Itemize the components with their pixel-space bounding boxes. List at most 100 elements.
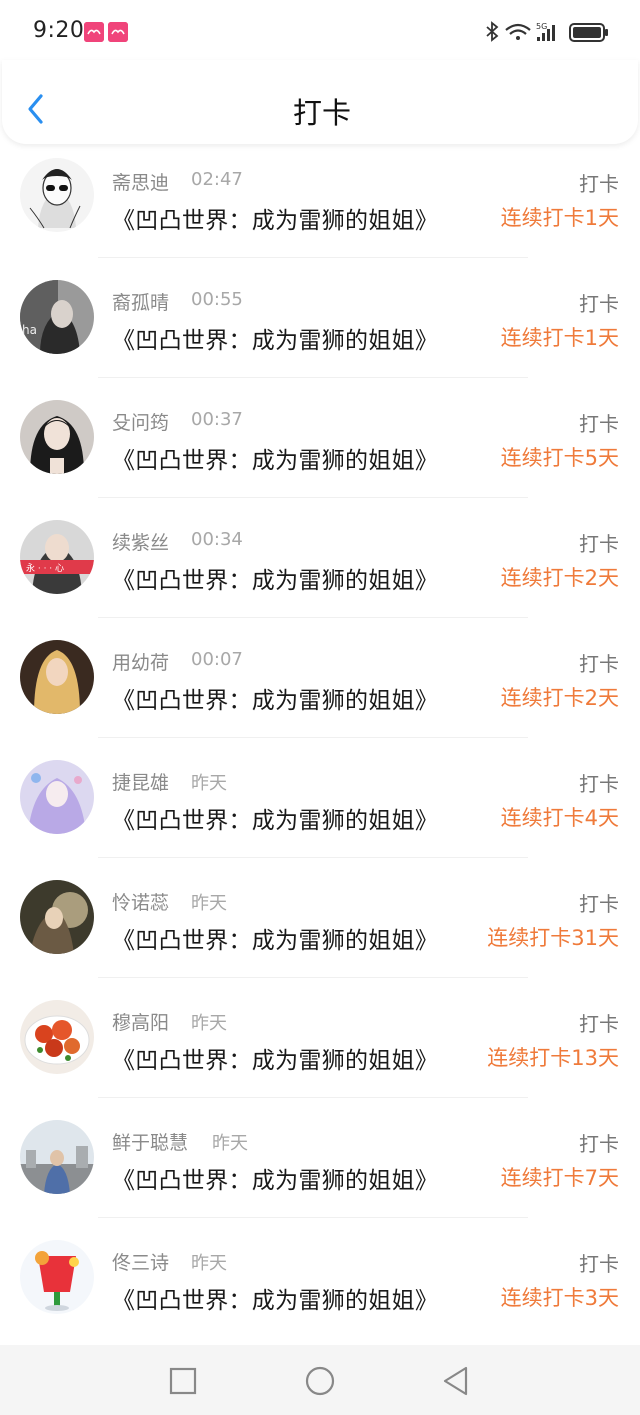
wifi-icon bbox=[505, 23, 531, 40]
avatar bbox=[20, 760, 94, 834]
svg-text:ha: ha bbox=[22, 323, 37, 337]
user-name: 鲜于聪慧 bbox=[112, 1132, 189, 1154]
streak-label: 连续打卡2天 bbox=[500, 566, 619, 590]
page-title: 打卡 bbox=[292, 96, 351, 130]
avatar bbox=[20, 1000, 94, 1074]
divider bbox=[98, 497, 528, 498]
checkin-action: 打卡 bbox=[579, 532, 619, 556]
checkin-action: 打卡 bbox=[579, 172, 619, 196]
checkin-action: 打卡 bbox=[579, 1252, 619, 1276]
book-title: 《凹凸世界：成为雷狮的姐姐》 bbox=[112, 808, 439, 834]
list-item[interactable]: 殳问筠 00:37 《凹凸世界：成为雷狮的姐姐》 打卡 连续打卡5天 bbox=[0, 380, 640, 500]
streak-label: 连续打卡3天 bbox=[500, 1286, 619, 1310]
streak-label: 连续打卡7天 bbox=[500, 1166, 619, 1190]
avatar bbox=[20, 158, 94, 232]
streak-label: 连续打卡1天 bbox=[500, 206, 619, 230]
streak-label: 连续打卡5天 bbox=[500, 446, 619, 470]
back-icon bbox=[443, 1366, 468, 1396]
streak-label: 连续打卡1天 bbox=[500, 326, 619, 350]
checkin-action: 打卡 bbox=[579, 292, 619, 316]
list-item[interactable]: 捷昆雄 昨天 《凹凸世界：成为雷狮的姐姐》 打卡 连续打卡4天 bbox=[0, 740, 640, 860]
user-name: 用幼荷 bbox=[112, 652, 170, 674]
user-name: 殳问筠 bbox=[112, 412, 170, 434]
book-title: 《凹凸世界：成为雷狮的姐姐》 bbox=[112, 208, 439, 234]
home-button[interactable] bbox=[304, 1365, 336, 1397]
avatar bbox=[20, 1240, 94, 1314]
divider bbox=[98, 737, 528, 738]
checkin-action: 打卡 bbox=[579, 652, 619, 676]
user-name: 穆高阳 bbox=[112, 1012, 170, 1034]
list-item[interactable]: 斋思迪 02:47 《凹凸世界：成为雷狮的姐姐》 打卡 连续打卡1天 bbox=[0, 140, 640, 260]
avatar bbox=[20, 880, 94, 954]
avatar bbox=[20, 640, 94, 714]
avatar: ha bbox=[20, 280, 94, 354]
checkin-time: 00:34 bbox=[191, 529, 243, 550]
svg-text:永 · · · 心: 永 · · · 心 bbox=[26, 562, 64, 574]
checkin-time: 昨天 bbox=[191, 1253, 227, 1274]
avatar: 永 · · · 心 bbox=[20, 520, 94, 594]
list-item[interactable]: 用幼荷 00:07 《凹凸世界：成为雷狮的姐姐》 打卡 连续打卡2天 bbox=[0, 620, 640, 740]
divider bbox=[98, 377, 528, 378]
book-title: 《凹凸世界：成为雷狮的姐姐》 bbox=[112, 448, 439, 474]
header: 打卡 bbox=[2, 60, 638, 144]
avatar bbox=[20, 400, 94, 474]
checkin-time: 00:37 bbox=[191, 409, 243, 430]
user-name: 裔孤晴 bbox=[112, 292, 170, 314]
checkin-time: 昨天 bbox=[212, 1133, 248, 1154]
book-title: 《凹凸世界：成为雷狮的姐姐》 bbox=[112, 1048, 439, 1074]
network-label: 5G bbox=[536, 22, 547, 31]
book-title: 《凹凸世界：成为雷狮的姐姐》 bbox=[112, 688, 439, 714]
book-title: 《凹凸世界：成为雷狮的姐姐》 bbox=[112, 928, 439, 954]
user-name: 捷昆雄 bbox=[112, 772, 170, 794]
user-name: 怜诺蕊 bbox=[112, 892, 170, 914]
checkin-time: 00:55 bbox=[191, 289, 243, 310]
status-time: 9:20 bbox=[33, 18, 85, 43]
home-icon bbox=[305, 1366, 335, 1396]
list-item[interactable]: 佟三诗 昨天 《凹凸世界：成为雷狮的姐姐》 打卡 连续打卡3天 bbox=[0, 1220, 640, 1340]
checkin-action: 打卡 bbox=[579, 892, 619, 916]
streak-label: 连续打卡31天 bbox=[487, 926, 619, 950]
checkin-time: 00:07 bbox=[191, 649, 243, 670]
divider bbox=[98, 1097, 528, 1098]
checkin-time: 昨天 bbox=[191, 773, 227, 794]
book-title: 《凹凸世界：成为雷狮的姐姐》 bbox=[112, 1288, 439, 1314]
checkin-time: 02:47 bbox=[191, 169, 243, 190]
checkin-action: 打卡 bbox=[579, 412, 619, 436]
checkin-list: 斋思迪 02:47 《凹凸世界：成为雷狮的姐姐》 打卡 连续打卡1天 ha 裔孤… bbox=[0, 140, 640, 1345]
streak-label: 连续打卡2天 bbox=[500, 686, 619, 710]
streak-label: 连续打卡4天 bbox=[500, 806, 619, 830]
checkin-action: 打卡 bbox=[579, 1132, 619, 1156]
divider bbox=[98, 617, 528, 618]
list-item[interactable]: 永 · · · 心 续紫丝 00:34 《凹凸世界：成为雷狮的姐姐》 打卡 连续… bbox=[0, 500, 640, 620]
system-back-button[interactable] bbox=[440, 1365, 472, 1397]
user-name: 续紫丝 bbox=[112, 532, 170, 554]
book-title: 《凹凸世界：成为雷狮的姐姐》 bbox=[112, 328, 439, 354]
list-item[interactable]: 怜诺蕊 昨天 《凹凸世界：成为雷狮的姐姐》 打卡 连续打卡31天 bbox=[0, 860, 640, 980]
divider bbox=[98, 977, 528, 978]
bluetooth-icon bbox=[486, 21, 499, 42]
divider bbox=[98, 857, 528, 858]
list-item[interactable]: 穆高阳 昨天 《凹凸世界：成为雷狮的姐姐》 打卡 连续打卡13天 bbox=[0, 980, 640, 1100]
book-title: 《凹凸世界：成为雷狮的姐姐》 bbox=[112, 1168, 439, 1194]
status-icons: 5G bbox=[484, 20, 610, 44]
status-bar: 9:20 5G bbox=[0, 0, 640, 64]
checkin-action: 打卡 bbox=[579, 772, 619, 796]
user-name: 斋思迪 bbox=[112, 172, 170, 194]
recent-apps-icon bbox=[169, 1367, 197, 1395]
checkin-time: 昨天 bbox=[191, 1013, 227, 1034]
book-title: 《凹凸世界：成为雷狮的姐姐》 bbox=[112, 568, 439, 594]
recent-apps-button[interactable] bbox=[167, 1365, 199, 1397]
divider bbox=[98, 257, 528, 258]
checkin-time: 昨天 bbox=[191, 893, 227, 914]
list-item[interactable]: 鲜于聪慧 昨天 《凹凸世界：成为雷狮的姐姐》 打卡 连续打卡7天 bbox=[0, 1100, 640, 1220]
avatar bbox=[20, 1120, 94, 1194]
streak-label: 连续打卡13天 bbox=[487, 1046, 619, 1070]
system-nav-bar bbox=[0, 1345, 640, 1415]
weibo-icon bbox=[108, 22, 128, 42]
checkin-action: 打卡 bbox=[579, 1012, 619, 1036]
user-name: 佟三诗 bbox=[112, 1252, 170, 1274]
divider bbox=[98, 1217, 528, 1218]
weibo-icon bbox=[84, 22, 104, 42]
battery-icon bbox=[569, 23, 608, 42]
list-item[interactable]: ha 裔孤晴 00:55 《凹凸世界：成为雷狮的姐姐》 打卡 连续打卡1天 bbox=[0, 260, 640, 380]
